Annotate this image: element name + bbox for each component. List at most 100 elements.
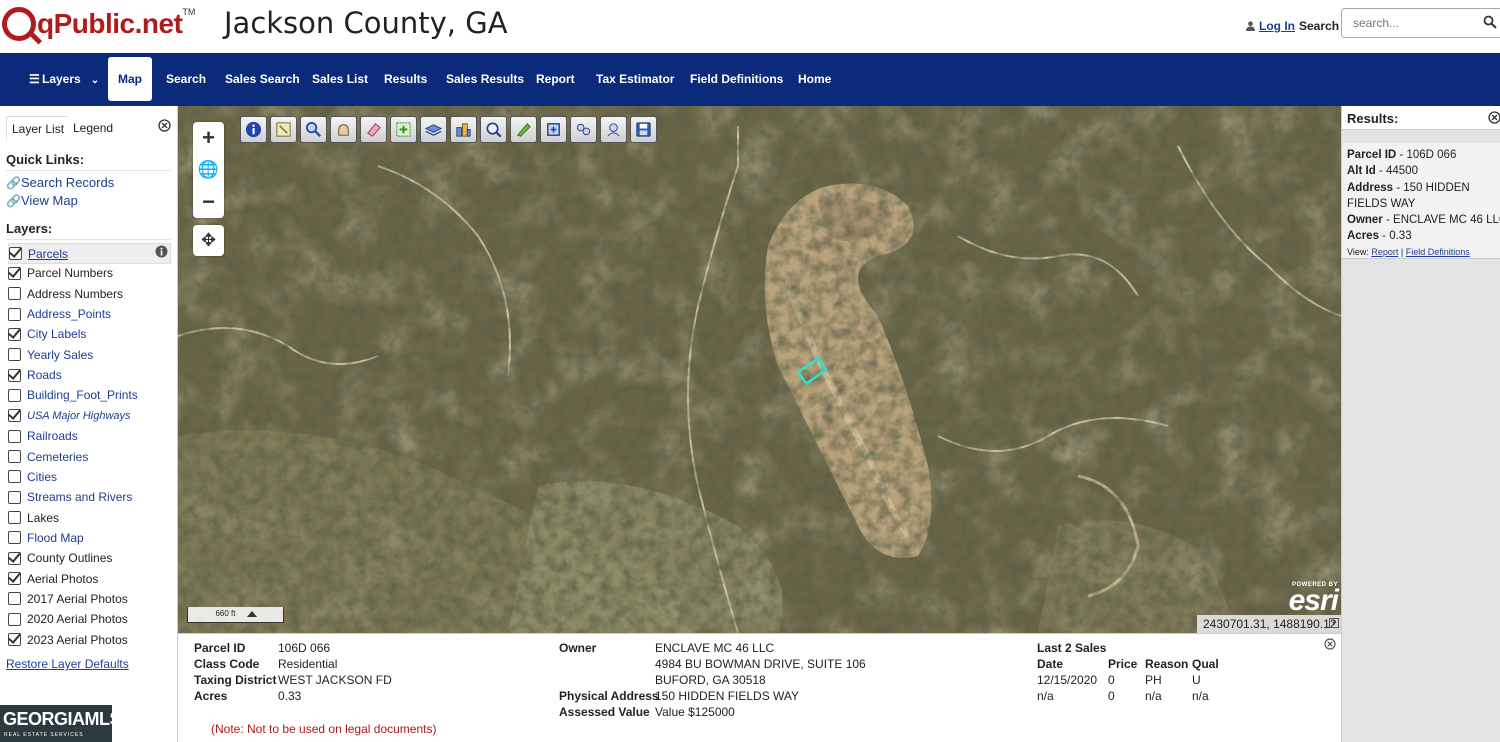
full-extent-icon[interactable] [540, 116, 567, 143]
layer-checkbox[interactable] [8, 429, 21, 443]
layer-checkbox[interactable] [8, 409, 21, 423]
layer-label: 2020 Aerial Photos [27, 612, 128, 627]
layer-row[interactable]: City Labels [8, 326, 86, 342]
quicklink-search-records[interactable]: 🔗Search Records [6, 175, 114, 190]
layer-row[interactable]: Address_Points [8, 306, 111, 322]
layer-row[interactable]: Building_Foot_Prints [8, 387, 138, 403]
select-add-icon[interactable] [390, 116, 417, 143]
sponsor-logo-subtext: REAL ESTATE SERVICES [4, 732, 84, 738]
link-icon: 🔗 [6, 176, 21, 190]
tab-legend[interactable]: Legend [68, 116, 119, 140]
nav-sales-results[interactable]: Sales Results [446, 53, 524, 106]
nav-field-definitions[interactable]: Field Definitions [690, 53, 783, 106]
search-input[interactable] [1341, 8, 1500, 38]
layer-checkbox[interactable] [8, 470, 21, 484]
identify-icon[interactable] [270, 116, 297, 143]
print-icon[interactable] [600, 116, 627, 143]
nav-layers-dropdown[interactable]: ☰ Layers ⌄ [29, 53, 99, 106]
info-icon[interactable] [240, 116, 267, 143]
layer-row[interactable]: Parcel Numbers [8, 265, 113, 281]
buffer-icon[interactable] [570, 116, 597, 143]
layer-checkbox[interactable] [8, 592, 21, 606]
layer-checkbox[interactable] [8, 266, 21, 280]
pan-move-icon[interactable]: ✥ [193, 225, 224, 256]
top-search-label[interactable]: Search [1299, 19, 1339, 33]
layer-checkbox[interactable] [8, 287, 21, 301]
zoom-select-icon[interactable] [300, 116, 327, 143]
layer-checkbox[interactable] [8, 327, 21, 341]
layer-row[interactable]: County Outlines [8, 550, 112, 566]
layer-label: Address Numbers [27, 286, 124, 301]
report-link[interactable]: Report [1371, 247, 1398, 257]
buildings-icon[interactable] [450, 116, 477, 143]
close-icon[interactable] [1488, 111, 1500, 124]
map-canvas[interactable]: + 🌐 − ✥ 660 ft POWERED BY esri 2430701.3… [178, 106, 1342, 633]
layer-checkbox[interactable] [8, 450, 21, 463]
detail-acres-label: Acres [194, 689, 228, 703]
layer-checkbox[interactable] [8, 511, 21, 525]
sales-col-date: Date [1037, 657, 1064, 671]
nav-sales-search[interactable]: Sales Search [225, 53, 300, 106]
layer-row[interactable]: Streams and Rivers [8, 489, 132, 505]
layer-checkbox[interactable] [8, 307, 21, 321]
layer-row[interactable]: Cities [8, 469, 57, 485]
close-icon[interactable] [1324, 638, 1336, 650]
layer-row[interactable]: Lakes [8, 510, 59, 526]
layer-checkbox[interactable] [8, 388, 21, 402]
eraser-icon[interactable] [360, 116, 387, 143]
layer-row[interactable]: Roads [8, 367, 62, 383]
layer-row[interactable]: 2017 Aerial Photos [8, 591, 128, 607]
close-icon[interactable] [158, 119, 171, 132]
layer-checkbox[interactable] [8, 531, 21, 545]
nav-report[interactable]: Report [536, 53, 575, 106]
layer-checkbox[interactable] [8, 572, 21, 586]
draw-icon[interactable] [510, 116, 537, 143]
layers-icon[interactable] [420, 116, 447, 143]
layer-checkbox[interactable] [8, 551, 21, 565]
layer-row[interactable]: Cemeteries [8, 449, 88, 465]
nav-home[interactable]: Home [798, 53, 831, 106]
expand-icon[interactable]: + [1329, 618, 1339, 628]
qpublic-logo[interactable]: qPublic.net TM [2, 6, 195, 42]
layer-checkbox[interactable] [8, 368, 21, 382]
globe-icon[interactable]: 🌐 [193, 154, 224, 186]
layer-row[interactable]: Yearly Sales [8, 347, 93, 363]
nav-search[interactable]: Search [166, 53, 206, 106]
layer-label: Yearly Sales [27, 347, 94, 362]
layer-row[interactable]: 2020 Aerial Photos [8, 611, 128, 627]
save-icon[interactable] [630, 116, 657, 143]
layer-checkbox[interactable] [9, 247, 22, 260]
layer-label: Parcel Numbers [27, 266, 114, 281]
search-map-icon[interactable] [480, 116, 507, 143]
quicklink-view-map[interactable]: 🔗View Map [6, 193, 78, 208]
layer-row[interactable]: Parcels [8, 243, 171, 264]
pan-icon[interactable] [330, 116, 357, 143]
layer-row[interactable]: Address Numbers [8, 286, 123, 302]
sales-col-price: Price [1108, 657, 1138, 671]
layer-row[interactable]: Flood Map [8, 530, 84, 546]
search-icon[interactable] [1483, 15, 1497, 29]
layer-checkbox[interactable] [8, 348, 21, 362]
zoom-out-button[interactable]: − [193, 186, 224, 218]
georgia-mls-logo[interactable]: GEORGIAMLS REAL ESTATE SERVICES [0, 705, 122, 742]
nav-sales-list[interactable]: Sales List [312, 53, 368, 106]
layer-checkbox[interactable] [8, 633, 21, 647]
info-icon[interactable] [155, 245, 168, 258]
nav-map[interactable]: Map [108, 57, 152, 101]
layer-row[interactable]: USA Major Highways [8, 408, 131, 424]
restore-layer-defaults-link[interactable]: Restore Layer Defaults [6, 657, 129, 671]
layer-row[interactable]: Aerial Photos [8, 571, 98, 587]
scale-toggle-icon[interactable] [247, 611, 257, 617]
zoom-in-button[interactable]: + [193, 122, 224, 154]
detail-parcel-id-label: Parcel ID [194, 641, 246, 655]
layer-checkbox[interactable] [8, 612, 21, 626]
tab-layer-list[interactable]: Layer List [6, 116, 71, 140]
field-definitions-link[interactable]: Field Definitions [1406, 247, 1470, 257]
nav-tax-estimator[interactable]: Tax Estimator [596, 53, 674, 106]
result-card[interactable]: Parcel ID - 106D 066 Alt Id - 44500 Addr… [1342, 143, 1500, 259]
layer-row[interactable]: 2023 Aerial Photos [8, 632, 128, 648]
nav-results[interactable]: Results [384, 53, 427, 106]
layer-checkbox[interactable] [8, 490, 21, 504]
login-link[interactable]: Log In [1246, 19, 1295, 33]
layer-row[interactable]: Railroads [8, 428, 78, 444]
